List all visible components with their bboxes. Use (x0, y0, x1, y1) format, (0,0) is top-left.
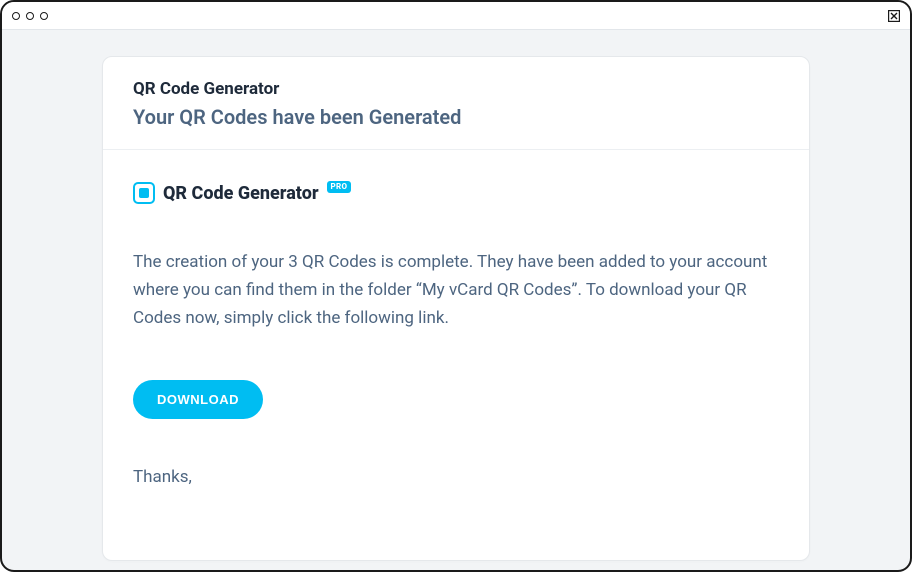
window-canvas: QR Code Generator Your QR Codes have bee… (2, 30, 910, 570)
window-control-dot[interactable] (12, 12, 20, 20)
download-button[interactable]: DOWNLOAD (133, 380, 263, 419)
window-controls (12, 12, 48, 20)
email-body: QR Code Generator PRO The creation of yo… (103, 150, 809, 507)
email-card: QR Code Generator Your QR Codes have bee… (102, 56, 810, 561)
window-titlebar (2, 2, 910, 30)
window-control-dot[interactable] (26, 12, 34, 20)
email-signoff: Thanks, (133, 467, 779, 487)
brand-name: QR Code Generator (163, 183, 319, 204)
email-header: QR Code Generator Your QR Codes have bee… (103, 57, 809, 150)
brand-lockup: QR Code Generator PRO (133, 182, 779, 204)
email-message: The creation of your 3 QR Codes is compl… (133, 248, 773, 332)
email-subject: Your QR Codes have been Generated (133, 105, 779, 129)
app-window: QR Code Generator Your QR Codes have bee… (0, 0, 912, 572)
email-sender: QR Code Generator (133, 79, 779, 99)
qr-logo-icon (133, 182, 155, 204)
window-control-dot[interactable] (40, 12, 48, 20)
pro-badge: PRO (327, 181, 352, 193)
close-icon[interactable] (888, 10, 900, 22)
